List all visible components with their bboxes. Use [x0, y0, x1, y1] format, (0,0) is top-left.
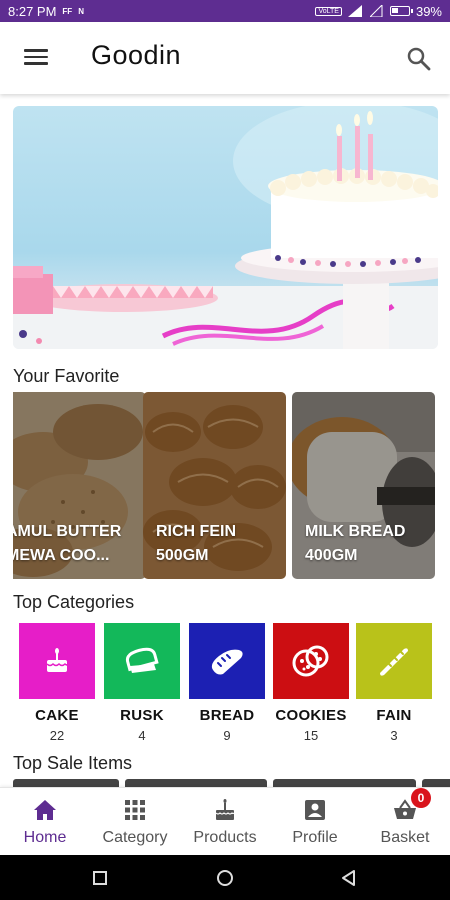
category-cookies[interactable]: COOKIES 15	[273, 623, 349, 743]
category-count: 22	[49, 728, 65, 743]
status-indicator-ff: FF	[62, 6, 73, 16]
nav-home[interactable]: Home	[0, 788, 90, 856]
bottom-navigation: Home Category Products Profile 0 Basket	[0, 787, 450, 855]
signal-icon	[347, 5, 362, 17]
promo-banner[interactable]	[13, 106, 438, 349]
favorites-list: AMUL BUTTER MEWA COO... RICH FEIN 500GM	[13, 392, 450, 579]
top-sale-item[interactable]	[125, 779, 267, 787]
home-circle-icon[interactable]	[216, 869, 234, 887]
category-count: 3	[390, 728, 398, 743]
favorite-item[interactable]: AMUL BUTTER MEWA COO...	[13, 392, 146, 579]
bread-icon	[211, 649, 243, 675]
menu-button[interactable]	[18, 45, 54, 71]
category-tile	[104, 623, 180, 699]
baguette-icon	[380, 648, 408, 676]
category-label: BREAD	[199, 707, 255, 724]
profile-icon	[305, 800, 325, 820]
category-label: FAIN	[376, 707, 412, 724]
category-label: COOKIES	[275, 707, 347, 724]
categories-list: CAKE 22 RUSK 4 BREAD 9 COOKIES 15 FAIN 3	[19, 623, 450, 748]
category-label: RUSK	[120, 707, 164, 724]
search-button[interactable]	[404, 44, 434, 74]
nav-label: Products	[193, 829, 257, 846]
nav-label: Home	[23, 829, 67, 846]
battery-icon	[389, 6, 413, 16]
grid-icon	[125, 800, 145, 820]
app-title: Goodin	[91, 40, 182, 70]
battery-percent: 39%	[415, 3, 442, 19]
top-sale-list	[13, 779, 450, 787]
favorite-item-name: RICH FEIN 500GM	[156, 523, 236, 564]
cake-icon	[46, 648, 68, 672]
nav-basket[interactable]: 0 Basket	[360, 788, 450, 856]
products-cake-icon	[215, 799, 235, 820]
category-rusk[interactable]: RUSK 4	[104, 623, 180, 743]
category-count: 4	[138, 728, 146, 743]
top-sale-title: Top Sale Items	[13, 753, 133, 773]
status-time: 8:27 PM	[8, 3, 57, 19]
status-bar: 8:27 PM FF N VoLTE 39%	[0, 0, 450, 22]
favorite-item[interactable]: MILK BREAD 400GM	[292, 392, 435, 579]
search-icon	[407, 47, 431, 71]
app-bar: Goodin	[0, 22, 450, 94]
hamburger-menu-icon	[24, 49, 48, 52]
category-tile	[189, 623, 265, 699]
nav-label: Profile	[292, 829, 338, 846]
recent-apps-icon[interactable]	[92, 870, 108, 886]
favorite-item-name: MILK BREAD 400GM	[305, 523, 406, 564]
birthday-cake-image	[13, 106, 438, 349]
category-tile	[19, 623, 95, 699]
category-bread[interactable]: BREAD 9	[189, 623, 265, 743]
favorite-item[interactable]: RICH FEIN 500GM	[143, 392, 286, 579]
category-cake[interactable]: CAKE 22	[19, 623, 95, 743]
signal-weak-icon	[369, 5, 383, 17]
nav-products[interactable]: Products	[180, 788, 270, 856]
volte-badge: VoLTE	[315, 6, 342, 16]
category-tile	[273, 623, 349, 699]
top-sale-item[interactable]	[273, 779, 416, 787]
favorite-item-name: AMUL BUTTER MEWA COO...	[13, 523, 122, 564]
cookie-icon	[292, 645, 329, 677]
nav-label: Category	[102, 829, 168, 846]
nav-category[interactable]: Category	[90, 788, 180, 856]
category-label: CAKE	[35, 707, 79, 724]
top-sale-item[interactable]	[13, 779, 119, 787]
category-tile	[356, 623, 432, 699]
categories-title: Top Categories	[13, 592, 135, 612]
category-count: 9	[223, 728, 231, 743]
nav-profile[interactable]: Profile	[270, 788, 360, 856]
basket-count-badge: 0	[411, 788, 431, 808]
top-sale-item[interactable]	[422, 779, 450, 787]
back-triangle-icon[interactable]	[340, 869, 358, 887]
status-indicator-n: N	[78, 6, 84, 16]
favorites-title: Your Favorite	[13, 366, 120, 386]
category-count: 15	[303, 728, 319, 743]
nav-label: Basket	[380, 829, 430, 846]
category-fain[interactable]: FAIN 3	[356, 623, 432, 743]
system-navigation-bar	[0, 855, 450, 900]
toast-icon	[125, 647, 159, 673]
home-icon	[34, 800, 56, 820]
